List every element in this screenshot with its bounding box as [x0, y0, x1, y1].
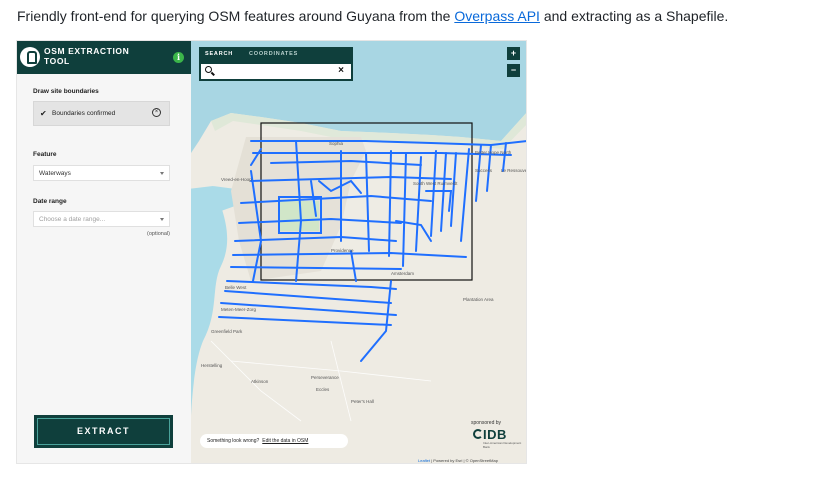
caption-before: Friendly front-end for querying OSM feat… [17, 8, 455, 24]
tab-coordinates[interactable]: COORDINATES [249, 51, 298, 57]
feedback-text: Something look wrong? [207, 438, 260, 444]
roads-layer [210, 340, 432, 422]
date-range-select[interactable]: Choose a date range... [33, 211, 170, 227]
feedback-pill: Something look wrong? Edit the data in OS… [200, 434, 348, 448]
zoom-out-button[interactable]: − [507, 64, 520, 77]
svg-text:Peter's Hall: Peter's Hall [351, 399, 374, 404]
search-input[interactable]: × [201, 64, 351, 79]
optional-note: (optional) [147, 231, 170, 237]
svg-text:Perseverance: Perseverance [311, 375, 339, 380]
caption-after: and extracting as a Shapefile. [539, 8, 729, 24]
boundary-status-text: Boundaries confirmed [52, 110, 116, 117]
draw-boundaries-label: Draw site boundaries [33, 88, 99, 95]
svg-text:Eccles: Eccles [316, 387, 330, 392]
close-icon[interactable]: × [338, 65, 344, 76]
date-range-placeholder: Choose a date range... [39, 216, 106, 223]
idb-logo-icon [473, 429, 483, 439]
clear-boundaries-icon[interactable]: × [152, 108, 161, 117]
tab-search[interactable]: SEARCH [205, 51, 233, 57]
svg-text:Meten-Meer-Zorg: Meten-Meer-Zorg [221, 307, 257, 312]
chevron-down-icon [160, 218, 164, 221]
tool-logo-icon [20, 47, 40, 67]
search-icon [205, 66, 212, 73]
date-range-label: Date range [33, 198, 67, 205]
svg-text:Sophia: Sophia [329, 141, 344, 146]
svg-text:Atkinson: Atkinson [251, 379, 269, 384]
svg-text:Vreed-en-Hoop: Vreed-en-Hoop [221, 177, 252, 182]
chevron-down-icon [160, 172, 164, 175]
attribution-text: | Powered by Esri | © OpenStreetMap [430, 458, 498, 463]
app-title: OSM EXTRACTION TOOL [44, 46, 130, 66]
app-screenshot: OSM EXTRACTION TOOL i Draw site boundari… [16, 40, 527, 464]
svg-text:Plantation Area: Plantation Area [463, 297, 494, 302]
svg-text:Better Hope North: Better Hope North [475, 150, 512, 155]
svg-text:Belle West: Belle West [225, 285, 247, 290]
sponsor-name: IDB [483, 427, 507, 442]
svg-text:Herstelling: Herstelling [201, 363, 223, 368]
svg-text:Le Ressouvenir: Le Ressouvenir [501, 168, 527, 173]
boundary-status-box: ✔ Boundaries confirmed × [33, 101, 170, 126]
feature-label: Feature [33, 151, 57, 158]
map-attribution: Leaflet | Powered by Esri | © OpenStreet… [418, 458, 498, 463]
sponsored-label: sponsored by [471, 420, 502, 426]
sidebar: OSM EXTRACTION TOOL i Draw site boundari… [17, 41, 191, 463]
checkmark-icon: ✔ [40, 109, 47, 118]
svg-text:Success: Success [475, 168, 493, 173]
svg-text:South West Ruimveldt: South West Ruimveldt [413, 181, 458, 186]
svg-text:Amsterdam: Amsterdam [391, 271, 414, 276]
sponsor-subtitle: Inter-American Development Bank [483, 441, 522, 449]
feature-select[interactable]: Waterways [33, 165, 170, 181]
svg-text:Providence: Providence [331, 248, 354, 253]
feature-select-value: Waterways [39, 170, 71, 177]
overpass-api-link[interactable]: Overpass API [454, 8, 540, 24]
info-icon[interactable]: i [173, 52, 184, 63]
edit-osm-link[interactable]: Edit the data in OSM [262, 438, 308, 444]
map-canvas[interactable]: Sophia Better Hope North Success Le Ress… [191, 41, 527, 464]
demerara-river [191, 186, 228, 416]
map-view[interactable]: Sophia Better Hope North Success Le Ress… [191, 41, 527, 464]
svg-text:Greenfield Park: Greenfield Park [211, 329, 243, 334]
leaflet-link[interactable]: Leaflet [418, 458, 430, 463]
sidebar-header: OSM EXTRACTION TOOL i [17, 41, 191, 74]
extract-button[interactable]: EXTRACT [34, 415, 173, 448]
zoom-in-button[interactable]: + [507, 47, 520, 60]
search-panel: SEARCH COORDINATES × [199, 47, 353, 81]
description-text: Friendly front-end for querying OSM feat… [17, 6, 728, 26]
